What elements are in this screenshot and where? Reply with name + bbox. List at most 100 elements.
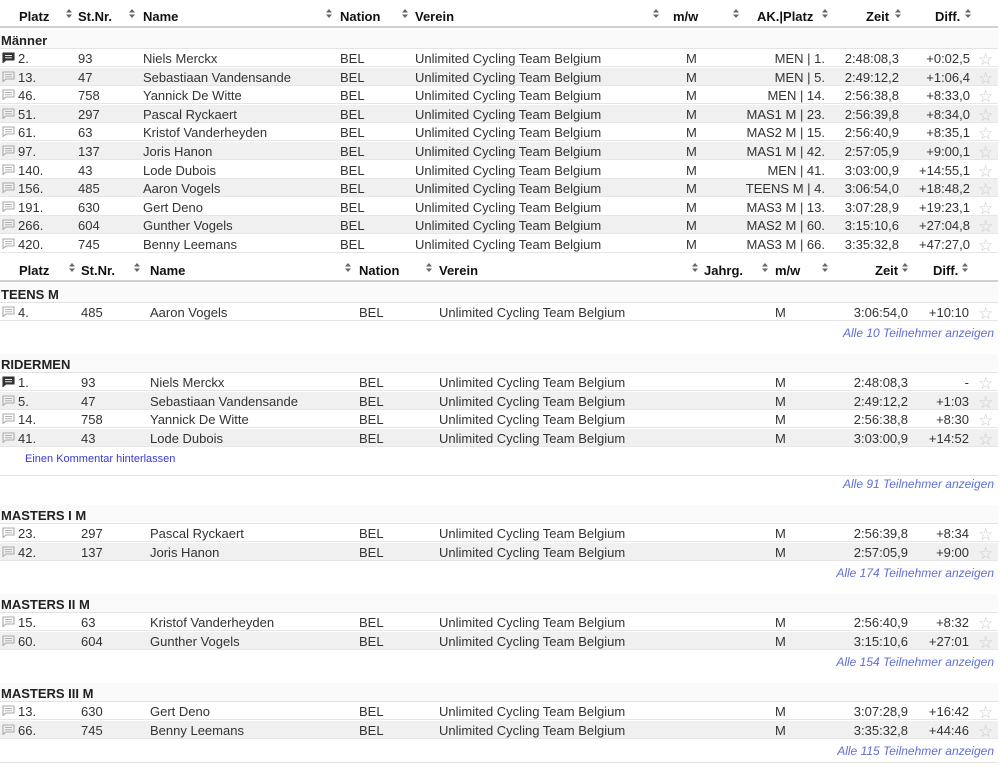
header-verein[interactable]: Verein [439, 263, 478, 278]
comment-icon[interactable] [2, 89, 15, 101]
sort-icon[interactable] [692, 263, 698, 274]
table-row[interactable]: 41. 43 Lode Dubois BEL Unlimited Cycling Tea… [0, 428, 998, 448]
show-all-participants-link[interactable]: Alle 91 Teilnehmer anzeigen [843, 477, 994, 491]
sort-icon[interactable] [345, 263, 351, 274]
table-row[interactable]: 1. 93 Niels Merckx BEL Unlimited Cycling Tea… [0, 373, 998, 392]
star-icon[interactable]: ☆ [978, 305, 993, 322]
star-icon[interactable]: ☆ [978, 181, 993, 198]
sort-icon[interactable] [69, 263, 75, 274]
comment-icon[interactable] [2, 616, 15, 627]
comment-icon[interactable] [2, 219, 15, 231]
star-icon[interactable]: ☆ [978, 431, 993, 448]
comment-icon[interactable] [2, 376, 15, 387]
show-all-participants-link[interactable]: Alle 154 Teilnehmer anzeigen [836, 655, 994, 669]
table-row[interactable]: 42. 137 Joris Hanon BEL Unlimited Cycling Te… [0, 542, 998, 562]
sort-icon[interactable] [402, 9, 408, 20]
comment-icon[interactable] [2, 126, 15, 138]
header-name[interactable]: Name [143, 9, 178, 24]
header-nation[interactable]: Nation [359, 263, 399, 278]
comment-icon[interactable] [2, 724, 15, 735]
header-jahrg[interactable]: Jahrg. [704, 263, 743, 278]
table-row[interactable]: 13. 630 Gert Deno BEL Unlimited Cycling Team… [0, 702, 998, 721]
table-row[interactable]: 97. 137 Joris Hanon BEL Unlimited Cycling Te… [0, 142, 998, 161]
star-icon[interactable]: ☆ [978, 615, 993, 632]
comment-icon[interactable] [2, 52, 15, 63]
sort-icon[interactable] [962, 263, 968, 274]
comment-icon[interactable] [2, 413, 15, 425]
table-row[interactable]: 51. 297 Pascal Ryckaert BEL Unlimited Cyclin… [0, 104, 998, 124]
comment-icon[interactable] [2, 71, 15, 82]
header-platz[interactable]: Platz [19, 9, 49, 24]
comment-icon[interactable] [2, 395, 15, 406]
comment-icon[interactable] [2, 527, 15, 538]
comment-icon[interactable] [2, 705, 15, 716]
sort-icon[interactable] [965, 9, 971, 20]
show-all-participants-link[interactable]: Alle 10 Teilnehmer anzeigen [843, 326, 994, 340]
comment-icon[interactable] [2, 108, 15, 119]
header-diff[interactable]: Diff. [935, 9, 960, 24]
header-platz[interactable]: Platz [19, 263, 49, 278]
sort-icon[interactable] [66, 9, 72, 20]
table-row[interactable]: 2. 93 Niels Merckx BEL Unlimited Cycling Tea… [0, 49, 998, 68]
header-name[interactable]: Name [150, 263, 185, 278]
sort-icon[interactable] [326, 9, 332, 20]
sort-icon[interactable] [895, 9, 901, 20]
sort-icon[interactable] [902, 263, 908, 274]
star-icon[interactable]: ☆ [978, 200, 993, 217]
star-icon[interactable]: ☆ [978, 412, 993, 429]
star-icon[interactable]: ☆ [978, 634, 993, 651]
sort-icon[interactable] [822, 263, 828, 274]
star-icon[interactable]: ☆ [978, 88, 993, 105]
table-row[interactable]: 266. 604 Gunther Vogels BEL Unlimited Cyclin… [0, 216, 998, 235]
table-row[interactable]: 66. 745 Benny Leemans BEL Unlimited Cycling … [0, 720, 998, 740]
comment-icon[interactable] [2, 182, 15, 194]
sort-icon[interactable] [762, 263, 768, 274]
star-icon[interactable]: ☆ [978, 70, 993, 87]
header-zeit[interactable]: Zeit [875, 263, 898, 278]
table-row[interactable]: 60. 604 Gunther Vogels BEL Unlimited Cycling… [0, 631, 998, 651]
table-row[interactable]: 4. 485 Aaron Vogels BEL Unlimited Cycling Te… [0, 303, 998, 322]
table-row[interactable]: 13. 47 Sebastiaan Vandensande BEL Unlimited … [0, 67, 998, 87]
star-icon[interactable]: ☆ [978, 125, 993, 142]
header-stnr[interactable]: St.Nr. [78, 9, 112, 24]
comment-icon[interactable] [2, 238, 15, 249]
table-row[interactable]: 61. 63 Kristof Vanderheyden BEL Unlimited Cy… [0, 123, 998, 142]
sort-icon[interactable] [426, 263, 432, 274]
header-verein[interactable]: Verein [415, 9, 454, 24]
star-icon[interactable]: ☆ [978, 144, 993, 161]
comment-icon[interactable] [2, 306, 15, 317]
header-ak[interactable]: AK.|Platz [757, 9, 813, 24]
comment-icon[interactable] [2, 201, 15, 212]
star-icon[interactable]: ☆ [978, 163, 993, 180]
table-row[interactable]: 420. 745 Benny Leemans BEL Unlimited Cycling… [0, 235, 998, 254]
sort-icon[interactable] [129, 9, 135, 20]
header-diff[interactable]: Diff. [933, 263, 958, 278]
header-mw[interactable]: m/w [673, 9, 698, 24]
comment-icon[interactable] [2, 546, 15, 557]
header-nation[interactable]: Nation [340, 9, 380, 24]
star-icon[interactable]: ☆ [978, 704, 993, 721]
header-mw[interactable]: m/w [775, 263, 800, 278]
table-row[interactable]: 140. 43 Lode Dubois BEL Unlimited Cycling Te… [0, 161, 998, 180]
header-stnr[interactable]: St.Nr. [81, 263, 115, 278]
table-row[interactable]: 5. 47 Sebastiaan Vandensande BEL Unlimited C… [0, 391, 998, 411]
table-row[interactable]: 156. 485 Aaron Vogels BEL Unlimited Cycling … [0, 179, 998, 198]
leave-comment-link[interactable]: Einen Kommentar hinterlassen [25, 453, 175, 465]
show-all-participants-link[interactable]: Alle 115 Teilnehmer anzeigen [837, 744, 994, 758]
star-icon[interactable]: ☆ [978, 394, 993, 411]
star-icon[interactable]: ☆ [978, 107, 993, 124]
star-icon[interactable]: ☆ [978, 375, 993, 392]
show-all-participants-link[interactable]: Alle 174 Teilnehmer anzeigen [836, 566, 994, 580]
comment-icon[interactable] [2, 635, 15, 646]
comment-icon[interactable] [2, 145, 15, 156]
star-icon[interactable]: ☆ [978, 526, 993, 543]
header-zeit[interactable]: Zeit [866, 9, 889, 24]
comment-icon[interactable] [2, 432, 15, 443]
table-row[interactable]: 46. 758 Yannick De Witte BEL Unlimited Cycli… [0, 86, 998, 105]
star-icon[interactable]: ☆ [978, 218, 993, 235]
star-icon[interactable]: ☆ [978, 51, 993, 68]
table-row[interactable]: 23. 297 Pascal Ryckaert BEL Unlimited Cyclin… [0, 524, 998, 543]
sort-icon[interactable] [134, 263, 140, 274]
comment-icon[interactable] [2, 164, 15, 175]
sort-icon[interactable] [822, 9, 828, 20]
